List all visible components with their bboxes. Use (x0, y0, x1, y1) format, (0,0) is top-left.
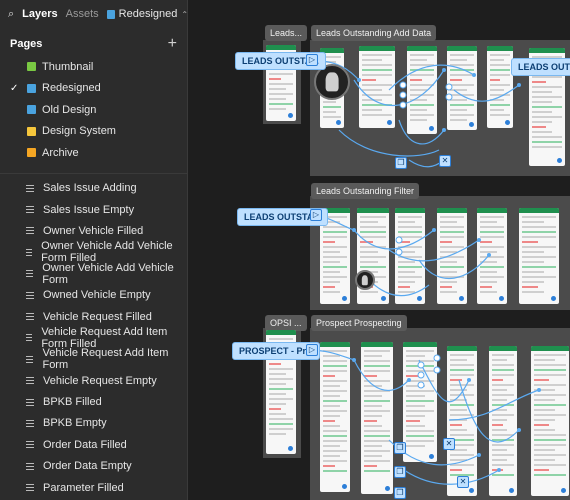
page-label: Redesigned (42, 82, 101, 95)
layer-label: Owner Vehicle Add Vehicle Form Filled (41, 240, 173, 265)
layer-label: Order Data Empty (43, 460, 132, 473)
page-icon (27, 62, 36, 72)
page-switcher[interactable]: Redesigned ⌃ (106, 8, 189, 20)
frame-list-icon (26, 484, 34, 492)
layers-panel: ⌕ Layers Assets Redesigned ⌃ Pages + Thu… (0, 0, 188, 500)
layer-item[interactable]: Sales Issue Adding (0, 178, 187, 199)
copy-icon[interactable]: ❐ (394, 442, 406, 454)
flow-label-leads-right[interactable]: LEADS OUTSTA (511, 58, 570, 76)
frame-list-icon (26, 419, 34, 427)
layer-label: Sales Issue Adding (43, 182, 137, 195)
page-item[interactable]: Archive (0, 142, 187, 164)
pages-list: Thumbnail ✓ Redesigned Old Design Design Sys… (0, 56, 187, 164)
layer-item[interactable]: Parameter Filled (0, 477, 187, 498)
close-icon[interactable]: ✕ (457, 476, 469, 488)
layers-list: Sales Issue Adding Sales Issue Empty Owner… (0, 178, 187, 499)
layer-item[interactable]: Vehicle Request Add Item Form (0, 347, 187, 372)
page-icon (27, 83, 36, 93)
chevron-up-icon: ⌃ (181, 9, 189, 19)
frame-list-icon (26, 377, 34, 385)
layer-item[interactable]: BPKB Filled (0, 391, 187, 412)
page-label: Old Design (42, 103, 97, 116)
page-item[interactable]: Old Design (0, 99, 187, 121)
copy-icon[interactable]: ❐ (394, 466, 406, 478)
layer-label: Vehicle Request Add Item Form (42, 347, 169, 372)
page-label: Thumbnail (42, 60, 94, 73)
tab-layers[interactable]: Layers (22, 8, 57, 20)
flow-start-icon[interactable]: ▷ (306, 344, 318, 356)
layer-label: BPKB Filled (43, 396, 102, 409)
layer-item[interactable]: BPKB Empty (0, 413, 187, 434)
close-icon[interactable]: ✕ (443, 438, 455, 450)
divider (0, 172, 187, 174)
pages-title: Pages (10, 38, 43, 50)
user-avatar[interactable] (355, 270, 375, 290)
add-page-icon[interactable]: + (168, 36, 177, 52)
frame-list-icon (26, 248, 33, 256)
page-icon (27, 148, 36, 158)
copy-icon[interactable]: ❐ (394, 487, 406, 499)
current-page-name: Redesigned (118, 8, 178, 20)
flow-start-icon[interactable]: ▷ (310, 209, 322, 221)
page-label: Archive (42, 146, 79, 159)
layer-label: Owner Vehicle Add Vehicle Form (42, 261, 174, 286)
frame-list-icon (26, 184, 34, 192)
layer-label: Parameter Filled (43, 481, 124, 494)
page-icon (27, 105, 36, 115)
page-item[interactable]: Design System (0, 121, 187, 143)
page-item[interactable]: ✓ Redesigned (0, 78, 187, 100)
close-icon[interactable]: ✕ (439, 155, 451, 167)
layer-label: Owner Vehicle Filled (43, 224, 144, 237)
panel-topbar: ⌕ Layers Assets Redesigned ⌃ (0, 0, 189, 28)
frame-list-icon (26, 227, 34, 235)
layer-item[interactable]: Vehicle Request Filled (0, 306, 187, 327)
frame-list-icon (26, 441, 34, 449)
layer-item[interactable]: Owner Vehicle Filled (0, 220, 187, 241)
page-icon (27, 126, 36, 136)
tab-assets[interactable]: Assets (66, 8, 99, 20)
layer-item[interactable]: Sales Issue Empty (0, 199, 187, 220)
layer-label: BPKB Empty (43, 417, 107, 430)
layer-item[interactable]: Vehicle Request Add Item Form Filled (0, 325, 187, 350)
frame-list-icon (26, 398, 34, 406)
check-icon: ✓ (10, 82, 19, 94)
layer-item[interactable]: Owner Vehicle Add Vehicle Form (0, 261, 187, 286)
frame-list-icon (26, 206, 34, 214)
layer-label: Order Data Filled (43, 438, 127, 451)
layer-label: Vehicle Request Empty (43, 374, 157, 387)
layer-item[interactable]: Order Data Filled (0, 434, 187, 455)
flow-start-icon[interactable]: ▷ (306, 54, 318, 66)
page-label: Design System (42, 125, 116, 138)
search-icon[interactable]: ⌕ (8, 8, 14, 21)
layer-item[interactable]: Vehicle Request Empty (0, 370, 187, 391)
layer-label: Owned Vehicle Empty (43, 289, 151, 302)
page-item[interactable]: Thumbnail (0, 56, 187, 78)
layer-label: Vehicle Request Filled (43, 310, 152, 323)
frame-list-icon (26, 313, 34, 321)
frame-list-icon (26, 291, 34, 299)
frame-list-icon (26, 270, 34, 278)
page-color-icon (106, 9, 115, 19)
copy-icon[interactable]: ❐ (395, 157, 407, 169)
frame-list-icon (26, 355, 34, 363)
frame-list-icon (26, 334, 33, 342)
design-canvas[interactable]: Leads... Leads Outstanding Add Data Lead… (189, 0, 570, 500)
frame-list-icon (26, 462, 34, 470)
layer-item[interactable]: Owner Vehicle Add Vehicle Form Filled (0, 240, 187, 265)
layer-label: Sales Issue Empty (43, 203, 135, 216)
layer-label: Vehicle Request Add Item Form Filled (41, 325, 168, 350)
layer-item[interactable]: Order Data Empty (0, 456, 187, 477)
layer-item[interactable]: Owned Vehicle Empty (0, 284, 187, 305)
pages-header: Pages + (0, 32, 187, 56)
